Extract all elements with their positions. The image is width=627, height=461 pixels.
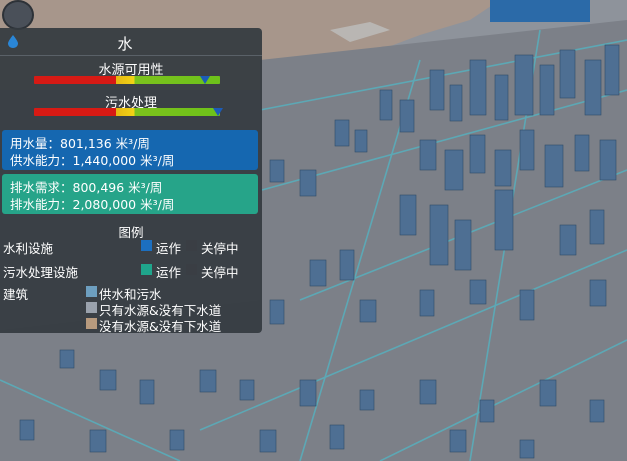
water-availability-marker — [200, 76, 211, 84]
water-stats-box: 用水量：801,136 米³/周 供水能力：1,440,000 米³/周 — [2, 130, 258, 170]
road-tool-button[interactable] — [2, 0, 34, 30]
sewage-capacity: 排水能力：2,080,000 米³/周 — [10, 197, 175, 212]
legend-operating: 运作 — [156, 241, 182, 256]
sewage-marker — [213, 108, 224, 116]
legend-water-facility: 水利设施 — [3, 241, 54, 256]
panel-title: 水 — [117, 35, 133, 53]
legend-swatch-none — [86, 318, 97, 329]
legend-none: 没有水源&没有下水道 — [99, 319, 222, 334]
legend-swatch-water-operating — [141, 240, 152, 251]
water-capacity: 供水能力：1,440,000 米³/周 — [10, 153, 175, 168]
legend-swatch-stopped-2 — [186, 264, 197, 275]
water-availability-bar — [34, 76, 220, 84]
legend-sewage-facility: 污水处理设施 — [3, 265, 79, 280]
sewage-bar — [34, 108, 220, 116]
divider — [0, 55, 262, 56]
legend-swatch-both — [86, 286, 97, 297]
legend-buildings: 建筑 — [3, 287, 29, 302]
sewage-stats-box: 排水需求：800,496 米³/周 排水能力：2,080,000 米³/周 — [2, 174, 258, 214]
legend-swatch-stopped — [186, 240, 197, 251]
legend-swatch-water-only — [86, 302, 97, 313]
legend-operating-2: 运作 — [156, 265, 182, 280]
legend-stopped: 关停中 — [201, 241, 239, 256]
legend-swatch-sewage-operating — [141, 264, 152, 275]
legend-stopped-2: 关停中 — [201, 265, 239, 280]
water-info-panel: 水 水源可用性 污水处理 用水量：801,136 米³/周 供水能力：1,440… — [0, 28, 262, 334]
